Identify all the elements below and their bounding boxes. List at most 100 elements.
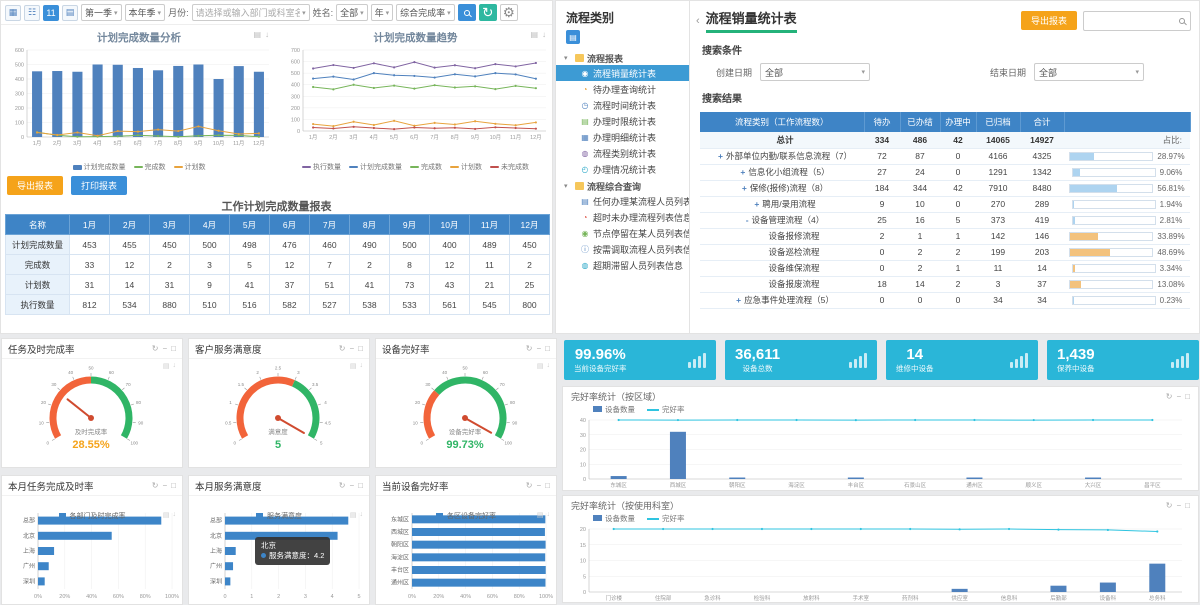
minimize-icon[interactable]: −	[1176, 501, 1181, 510]
refresh-icon[interactable]: ↻	[339, 344, 346, 353]
refresh-icon[interactable]: ↻	[1166, 501, 1173, 510]
refresh-icon[interactable]: ↻	[152, 481, 159, 490]
export-report-button[interactable]: 导出报表	[1021, 11, 1077, 30]
end-date-select[interactable]: 全部▾	[1034, 63, 1144, 81]
legend-item[interactable]: 完成数	[134, 163, 166, 172]
tree-item[interactable]: ◉节点停留在某人员列表信息	[556, 225, 689, 241]
minimize-icon[interactable]: −	[349, 481, 354, 490]
toolbox-download-icon[interactable]: ↓	[173, 511, 177, 519]
toolbox-download-icon[interactable]: ↓	[547, 511, 551, 519]
tree-item[interactable]: ▤办理时限统计表	[556, 113, 689, 129]
table-row[interactable]: 设备报废流程1814233713.08%	[700, 276, 1190, 292]
tree-item[interactable]: ◔超时未办理流程列表信息	[556, 209, 689, 225]
minimize-icon[interactable]: −	[1176, 392, 1181, 401]
tree-item[interactable]: ◉流程销量统计表	[556, 65, 689, 81]
minimize-icon[interactable]: −	[536, 481, 541, 490]
tree-item[interactable]: ▤任何办理某流程人员列表信息	[556, 193, 689, 209]
legend-item[interactable]: 计划数	[450, 163, 482, 172]
tree-item[interactable]: ◍超期滞留人员列表信息	[556, 257, 689, 273]
row-expander-icon[interactable]: +	[754, 199, 759, 209]
metric-select[interactable]: 综合完成率▾	[396, 4, 455, 21]
chevron-left-icon[interactable]: ‹	[696, 15, 700, 27]
table-row[interactable]: 总计334486421406514927占比:	[700, 132, 1190, 148]
tree-item[interactable]: ◴办理情况统计表	[556, 161, 689, 177]
legend-item[interactable]: 计划完成数量	[73, 163, 126, 172]
name-select[interactable]: 全部▾	[336, 4, 368, 21]
minimize-icon[interactable]: −	[162, 481, 167, 490]
search-input[interactable]	[1089, 16, 1173, 26]
search-button[interactable]	[458, 4, 476, 21]
row-expander-icon[interactable]: +	[742, 183, 747, 193]
minimize-icon[interactable]: −	[349, 344, 354, 353]
table-row[interactable]: +保修(报修)流程（8）184344427910848056.81%	[700, 180, 1190, 196]
maximize-icon[interactable]: □	[358, 481, 363, 490]
tree-group[interactable]: ▾流程报表	[556, 49, 689, 65]
refresh-button[interactable]: ↻	[479, 4, 497, 21]
create-date-select[interactable]: 全部▾	[760, 63, 870, 81]
settings-button[interactable]: ⚙	[500, 4, 518, 21]
legend-item[interactable]: 设备数量	[593, 513, 635, 524]
print-report-button[interactable]: 打印报表	[71, 176, 127, 195]
row-expander-icon[interactable]: +	[736, 295, 741, 305]
legend-item[interactable]: 完成数	[410, 163, 442, 172]
maximize-icon[interactable]: □	[358, 344, 363, 353]
row-expander-icon[interactable]: +	[740, 167, 745, 177]
legend-item[interactable]: 未完成数	[490, 163, 529, 172]
toolbox-dataview-icon[interactable]: ▤	[163, 511, 170, 519]
grid-view-icon[interactable]: ▦	[5, 5, 21, 21]
table-row[interactable]: +应急事件处理流程（5）00034340.23%	[700, 292, 1190, 308]
refresh-icon[interactable]: ↻	[526, 344, 533, 353]
tree-menu-icon[interactable]: ▤	[566, 30, 580, 44]
legend-item[interactable]: 执行数量	[302, 163, 341, 172]
toolbox-dataview-icon[interactable]: ▤	[537, 362, 544, 370]
maximize-icon[interactable]: □	[545, 344, 550, 353]
refresh-icon[interactable]: ↻	[152, 344, 159, 353]
minimize-icon[interactable]: −	[536, 344, 541, 353]
refresh-icon[interactable]: ↻	[526, 481, 533, 490]
department-select[interactable]: 请选择或输入部门或科室名称▾	[192, 4, 310, 21]
legend-item[interactable]: 完好率	[647, 404, 685, 415]
maximize-icon[interactable]: □	[171, 344, 176, 353]
table-row[interactable]: +信息化小组流程（5）27240129113429.06%	[700, 164, 1190, 180]
tree-item[interactable]: ◔待办理查询统计	[556, 81, 689, 97]
tree-item[interactable]: ◷流程时间统计表	[556, 97, 689, 113]
toolbox-dataview-icon[interactable]: ▤	[253, 30, 261, 39]
tree-group[interactable]: ▾流程综合查询	[556, 177, 689, 193]
toolbox-download-icon[interactable]: ↓	[173, 362, 177, 370]
toolbox-dataview-icon[interactable]: ▤	[530, 30, 538, 39]
list-view-icon[interactable]: ☷	[24, 5, 40, 21]
tree-expander-icon[interactable]: ▾	[564, 182, 572, 190]
table-row[interactable]: 设备报修流程21114214633.89%	[700, 228, 1190, 244]
minimize-icon[interactable]: −	[162, 344, 167, 353]
table-row[interactable]: 设备巡检流程02219920348.69%	[700, 244, 1190, 260]
maximize-icon[interactable]: □	[545, 481, 550, 490]
toolbox-download-icon[interactable]: ↓	[360, 511, 364, 519]
refresh-icon[interactable]: ↻	[339, 481, 346, 490]
toolbox-download-icon[interactable]: ↓	[542, 30, 546, 39]
toolbox-download-icon[interactable]: ↓	[265, 30, 269, 39]
table-row[interactable]: 设备维保流程02111143.34%	[700, 260, 1190, 276]
quarter-select[interactable]: 第一季▾	[81, 4, 122, 21]
toolbox-dataview-icon[interactable]: ▤	[163, 362, 170, 370]
table-row[interactable]: +聘用/录用流程91002702891.94%	[700, 196, 1190, 212]
toolbox-dataview-icon[interactable]: ▤	[350, 362, 357, 370]
year-select[interactable]: 年▾	[371, 4, 394, 21]
rows-view-icon[interactable]: ▤	[62, 5, 78, 21]
tree-expander-icon[interactable]: ▾	[564, 54, 572, 62]
legend-item[interactable]: 计划完成数量	[349, 163, 402, 172]
toolbox-download-icon[interactable]: ↓	[547, 362, 551, 370]
table-row[interactable]: +外部单位内勤/联系信息流程（7）728704166432528.97%	[700, 148, 1190, 164]
table-row[interactable]: -设备管理流程（4）251653734192.81%	[700, 212, 1190, 228]
toolbox-download-icon[interactable]: ↓	[360, 362, 364, 370]
legend-item[interactable]: 计划数	[174, 163, 206, 172]
toolbox-dataview-icon[interactable]: ▤	[537, 511, 544, 519]
search-icon[interactable]	[1179, 18, 1185, 24]
legend-item[interactable]: 设备数量	[593, 404, 635, 415]
maximize-icon[interactable]: □	[1185, 501, 1190, 510]
tree-item[interactable]: ▦办理明细统计表	[556, 129, 689, 145]
scope-select[interactable]: 本年季▾	[125, 4, 166, 21]
tree-item[interactable]: ⓘ按需调取流程人员列表信息	[556, 241, 689, 257]
export-report-button[interactable]: 导出报表	[7, 176, 63, 195]
legend-item[interactable]: 完好率	[647, 513, 685, 524]
tree-item[interactable]: ◍流程类别统计表	[556, 145, 689, 161]
